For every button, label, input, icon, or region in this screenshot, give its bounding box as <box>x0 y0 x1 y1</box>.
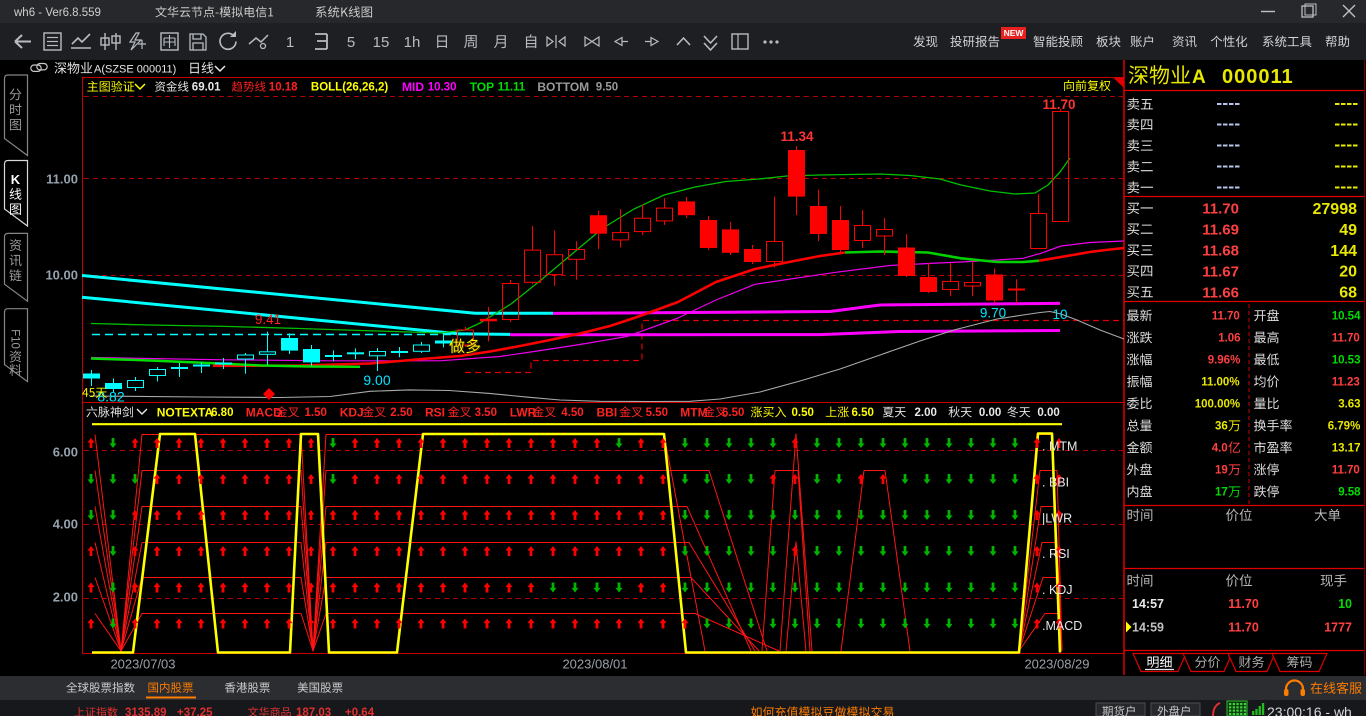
svg-text:MTM: MTM <box>680 405 707 419</box>
svg-text:68: 68 <box>1339 285 1357 302</box>
svg-text:9.00: 9.00 <box>363 372 390 388</box>
svg-text:11.00%: 11.00% <box>1201 377 1239 389</box>
svg-text:100.00%: 100.00% <box>1195 399 1240 411</box>
svg-text:17: 17 <box>1215 487 1228 499</box>
svg-text:F10: F10 <box>9 329 21 349</box>
svg-text:49: 49 <box>1339 222 1357 239</box>
svg-text:4.50: 4.50 <box>561 407 583 419</box>
svg-text:MACD: MACD <box>246 405 282 419</box>
svg-text:187.03: 187.03 <box>296 707 331 716</box>
svg-text:19: 19 <box>1215 465 1228 477</box>
svg-text:1777: 1777 <box>1324 621 1352 635</box>
svg-text:. RSI: . RSI <box>1042 547 1070 561</box>
svg-text:9.41: 9.41 <box>255 312 281 327</box>
svg-text:2.50: 2.50 <box>390 407 412 419</box>
svg-text:11.23: 11.23 <box>1332 377 1360 389</box>
svg-text:2023/07/03: 2023/07/03 <box>110 657 175 672</box>
svg-text:BBI: BBI <box>597 405 618 419</box>
svg-text:TOP: TOP <box>470 80 494 94</box>
svg-text:10.53: 10.53 <box>1332 355 1361 367</box>
svg-text:1.06: 1.06 <box>1218 333 1240 345</box>
svg-text:6.00: 6.00 <box>53 445 78 460</box>
svg-text:11.70: 11.70 <box>1212 311 1240 323</box>
svg-text:3.63: 3.63 <box>1338 399 1360 411</box>
svg-text:1h: 1h <box>404 34 421 51</box>
svg-text:MID: MID <box>402 80 424 94</box>
svg-text:10: 10 <box>1338 597 1352 611</box>
svg-text:27998: 27998 <box>1313 201 1358 218</box>
svg-text:11.68: 11.68 <box>1202 243 1239 260</box>
svg-text:11.70: 11.70 <box>1228 597 1259 611</box>
svg-text:9.96%: 9.96% <box>1208 355 1241 367</box>
svg-text:11.70: 11.70 <box>1202 201 1239 218</box>
svg-text:9.58: 9.58 <box>1338 487 1361 499</box>
svg-text:6.50: 6.50 <box>722 407 744 419</box>
svg-text:+37.25: +37.25 <box>177 707 213 716</box>
svg-text:0.00: 0.00 <box>979 407 1001 419</box>
svg-text:K: K <box>11 172 21 187</box>
svg-text:1: 1 <box>286 34 294 51</box>
svg-text:A(SZSE 000011): A(SZSE 000011) <box>94 64 176 76</box>
svg-text:10: 10 <box>1052 307 1067 322</box>
svg-text:+0.64: +0.64 <box>345 707 375 716</box>
svg-text:NEW: NEW <box>1004 28 1025 38</box>
svg-text:14:59: 14:59 <box>1132 621 1164 635</box>
svg-text:. MTM: . MTM <box>1042 440 1077 454</box>
svg-text:23:00:16 - wh: 23:00:16 - wh <box>1267 704 1352 716</box>
svg-text:9.70: 9.70 <box>980 305 1006 320</box>
svg-text:11.69: 11.69 <box>1202 221 1239 238</box>
svg-text:2.00: 2.00 <box>53 590 78 605</box>
svg-text:10.00: 10.00 <box>45 268 78 283</box>
svg-text:KDJ: KDJ <box>340 405 364 419</box>
svg-text:.MACD: .MACD <box>1042 619 1082 633</box>
svg-text:144: 144 <box>1330 243 1357 260</box>
svg-text:11.66: 11.66 <box>1202 284 1239 301</box>
svg-text:11.70: 11.70 <box>1042 97 1075 112</box>
svg-text:LWR: LWR <box>510 405 537 419</box>
svg-text:5: 5 <box>347 34 355 51</box>
svg-text:RSI: RSI <box>425 405 445 419</box>
svg-text:9.50: 9.50 <box>596 82 618 94</box>
svg-text:10.30: 10.30 <box>428 82 457 94</box>
svg-text:000011: 000011 <box>1222 66 1294 88</box>
svg-text:15: 15 <box>373 34 390 51</box>
svg-text:0.50: 0.50 <box>792 407 814 419</box>
svg-text:|LWR: |LWR <box>1042 512 1072 526</box>
svg-text:11.70: 11.70 <box>1332 465 1360 477</box>
svg-text:BOTTOM: BOTTOM <box>537 80 589 94</box>
svg-text:11.34: 11.34 <box>780 129 814 144</box>
svg-text:BOLL(26,26,2): BOLL(26,26,2) <box>311 82 388 94</box>
svg-text:11.11: 11.11 <box>498 82 526 94</box>
svg-text:1.50: 1.50 <box>305 407 327 419</box>
svg-text:14:57: 14:57 <box>1132 597 1164 611</box>
svg-text:wh6 - Ver6.8.559: wh6 - Ver6.8.559 <box>13 7 101 19</box>
svg-text:2.00: 2.00 <box>915 407 937 419</box>
svg-text:10.54: 10.54 <box>1332 311 1361 323</box>
svg-text:36: 36 <box>1215 421 1228 433</box>
svg-text:. KDJ: . KDJ <box>1042 583 1073 597</box>
svg-text:2023/08/29: 2023/08/29 <box>1024 657 1089 672</box>
svg-text:3135.89: 3135.89 <box>125 707 167 716</box>
svg-text:2023/08/01: 2023/08/01 <box>562 657 627 672</box>
svg-text:3.50: 3.50 <box>475 407 497 419</box>
svg-text:11.70: 11.70 <box>1332 333 1360 345</box>
svg-text:10.18: 10.18 <box>269 82 298 94</box>
svg-text:69.01: 69.01 <box>192 82 221 94</box>
svg-text:. BBI: . BBI <box>1042 476 1069 490</box>
svg-text:6.80: 6.80 <box>211 407 233 419</box>
svg-text:13.17: 13.17 <box>1332 443 1361 455</box>
svg-text:4.0: 4.0 <box>1212 443 1228 455</box>
svg-text:20: 20 <box>1339 264 1357 281</box>
svg-text:6.79%: 6.79% <box>1328 421 1361 433</box>
svg-text:0.00: 0.00 <box>1037 407 1059 419</box>
svg-text:11.70: 11.70 <box>1228 621 1259 635</box>
svg-text:NOTEXTA: NOTEXTA <box>157 405 214 419</box>
svg-text:11.67: 11.67 <box>1202 263 1239 280</box>
svg-text:11.00: 11.00 <box>46 172 78 187</box>
svg-text:A: A <box>1192 67 1206 88</box>
svg-text:4.00: 4.00 <box>53 517 78 532</box>
svg-text:6.50: 6.50 <box>852 407 874 419</box>
svg-text:5.50: 5.50 <box>646 407 668 419</box>
